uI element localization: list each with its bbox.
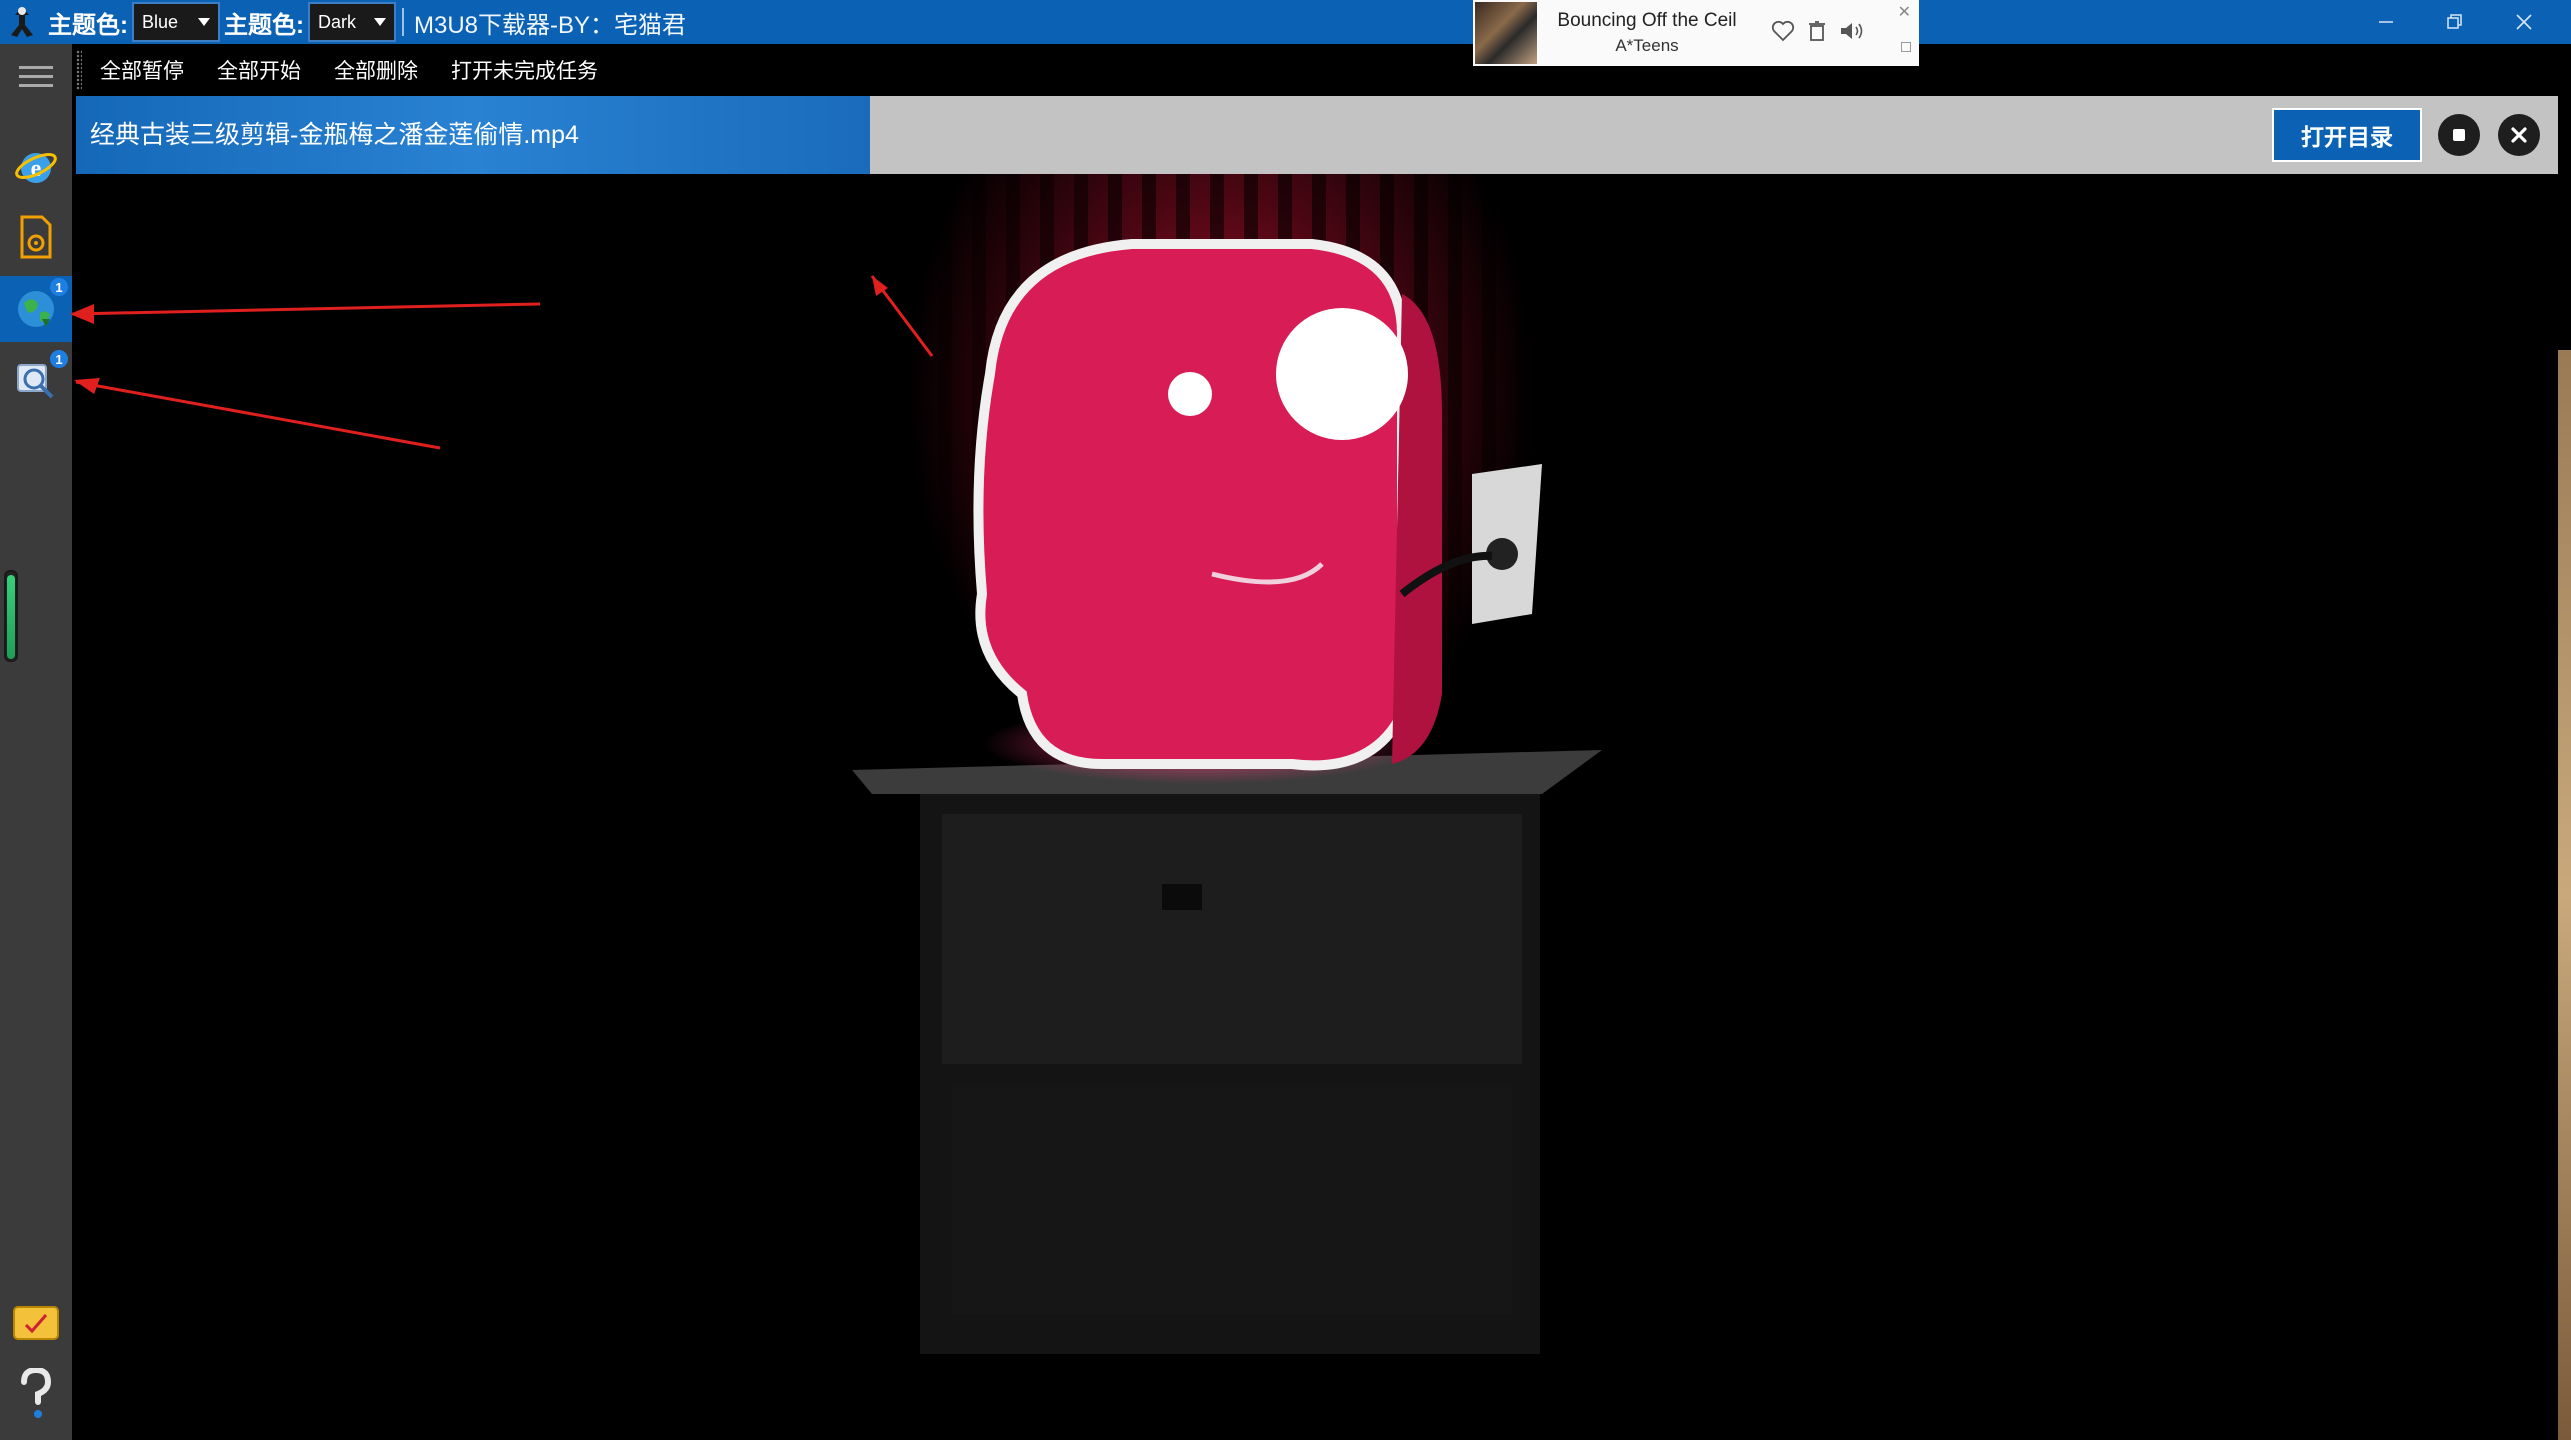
open-directory-button[interactable]: 打开目录 [2272, 108, 2422, 162]
close-window-button[interactable] [2490, 0, 2558, 44]
media-file-icon [20, 215, 52, 259]
ie-browser-icon: e [15, 153, 57, 183]
remove-task-button[interactable] [2498, 114, 2540, 156]
sidebar-progress-fill [7, 575, 15, 659]
sidebar-item-help[interactable] [0, 1362, 72, 1428]
annotation-arrows [70, 302, 541, 450]
theme-mode-select[interactable]: Dark [308, 2, 396, 42]
app-logo-icon [0, 0, 44, 44]
search-globe-icon [17, 364, 54, 399]
sidebar-progress-bar [4, 570, 18, 662]
app-window: 主题色: Blue 主题色: Dark M3U8下载器-BY：宅猫君 Bounc… [0, 0, 2571, 1440]
heart-icon[interactable] [1771, 20, 1795, 47]
close-icon [2511, 127, 2527, 143]
delete-all-button[interactable]: 全部删除 [334, 55, 418, 85]
theme-label-1: 主题色: [48, 11, 128, 39]
volume-icon[interactable] [1839, 20, 1865, 47]
theme-color-select[interactable]: Blue [132, 2, 220, 42]
theme-label-2: 主题色: [224, 11, 304, 39]
minimize-button[interactable] [2352, 0, 2420, 44]
song-info: Bouncing Off the Ceil A*Teens [1537, 10, 1757, 56]
help-icon [21, 1368, 52, 1418]
pause-all-button[interactable]: 全部暂停 [100, 55, 184, 85]
song-title: Bouncing Off the Ceil [1557, 10, 1737, 31]
background-window-edge [2558, 350, 2571, 1440]
hamburger-icon [19, 66, 53, 87]
theme-color-value: Blue [142, 11, 179, 32]
start-all-button[interactable]: 全部开始 [217, 55, 301, 85]
stop-icon [2453, 129, 2465, 141]
notepad-icon [13, 1306, 59, 1340]
sidebar: e 1 1 [0, 44, 72, 1440]
song-artist: A*Teens [1615, 36, 1679, 55]
chevron-down-icon [374, 18, 386, 26]
toolbar-grip[interactable] [76, 50, 82, 90]
trash-icon[interactable] [1807, 20, 1827, 47]
sidebar-item-media[interactable] [0, 204, 72, 270]
chevron-down-icon [198, 18, 210, 26]
sidebar-item-browser[interactable]: e [0, 134, 72, 200]
close-icon[interactable]: ✕ [1898, 2, 1911, 22]
title-separator [402, 8, 404, 36]
window-title: M3U8下载器-BY：宅猫君 [414, 11, 687, 39]
download-task-row[interactable]: 经典古装三级剪辑-金瓶梅之潘金莲偷情.mp4 打开目录 [76, 96, 2558, 174]
music-player: Bouncing Off the Ceil A*Teens ✕ [1473, 0, 1919, 66]
restore-button[interactable] [2420, 0, 2488, 44]
task-filename: 经典古装三级剪辑-金瓶梅之潘金莲偷情.mp4 [90, 121, 579, 149]
mini-mode-icon[interactable] [1901, 42, 1911, 52]
theme-mode-value: Dark [318, 11, 357, 32]
stop-button[interactable] [2438, 114, 2480, 156]
toolbar: 全部暂停 全部开始 全部删除 打开未完成任务 [76, 44, 631, 96]
album-art [1475, 2, 1537, 64]
menu-button[interactable] [0, 52, 72, 102]
sidebar-item-notes[interactable] [0, 1290, 72, 1356]
open-unfinished-button[interactable]: 打开未完成任务 [451, 55, 598, 85]
title-bar: 主题色: Blue 主题色: Dark M3U8下载器-BY：宅猫君 [0, 0, 2571, 44]
